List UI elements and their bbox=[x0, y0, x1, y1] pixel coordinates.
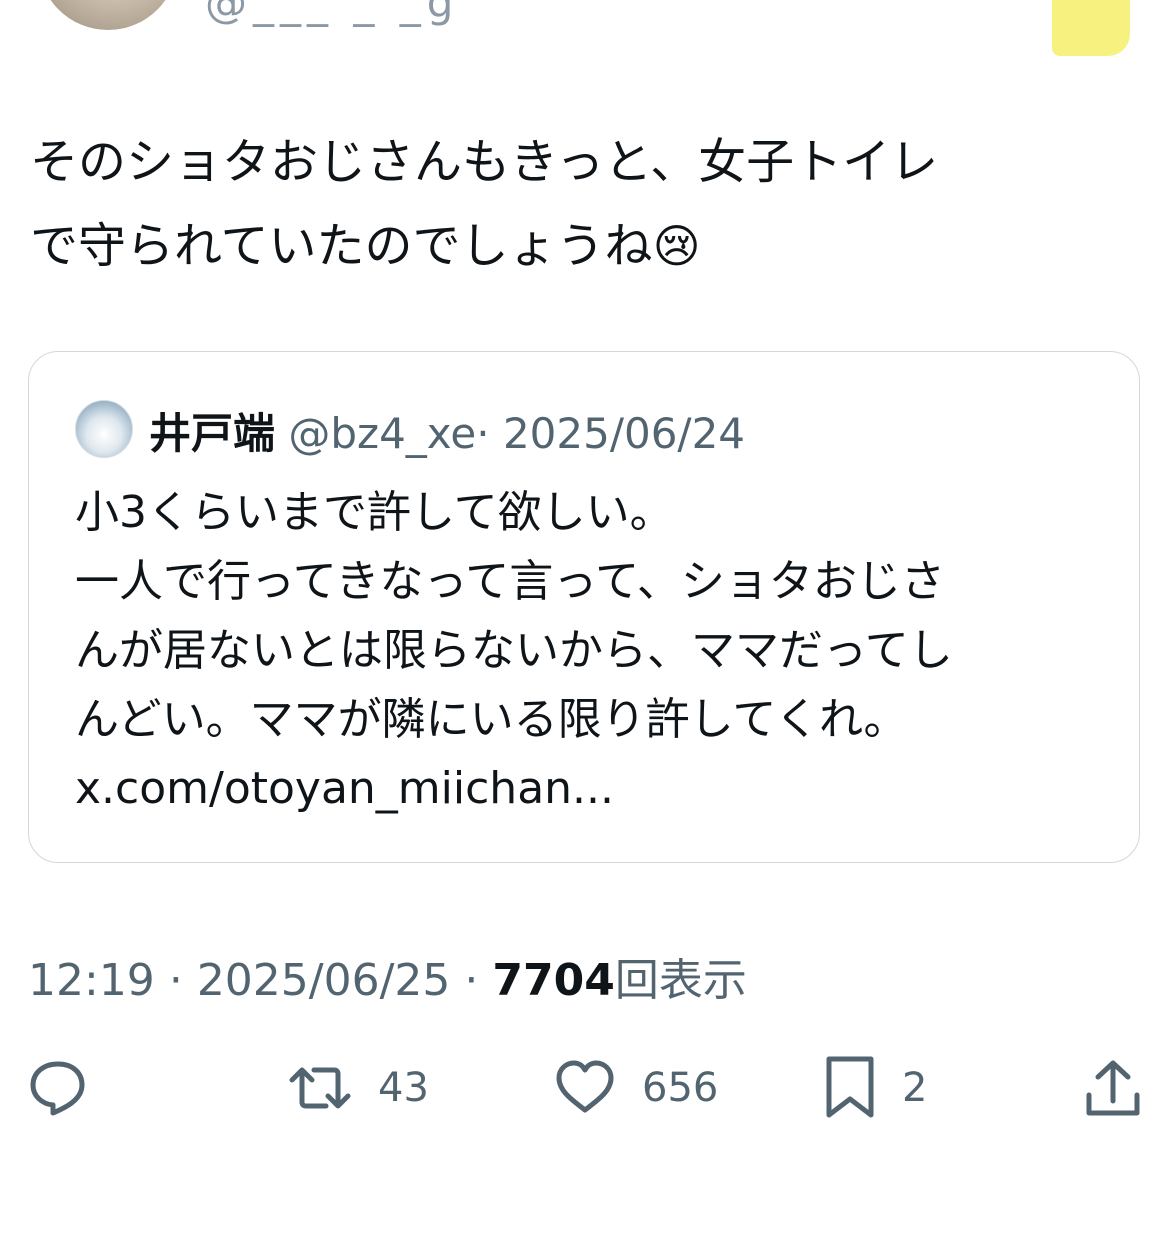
quoted-author-avatar[interactable] bbox=[75, 400, 133, 458]
like-count: 656 bbox=[642, 1065, 719, 1111]
action-bar: 43 656 2 bbox=[0, 1050, 1170, 1130]
timestamp-separator: · bbox=[464, 955, 479, 1006]
timestamp-separator: · bbox=[168, 955, 183, 1006]
author-handle[interactable]: @___ _ _g bbox=[205, 0, 459, 27]
tweet-text-line: で守られていたのでしょうね😢 bbox=[30, 204, 1130, 288]
share-button[interactable] bbox=[1084, 1050, 1142, 1126]
quoted-tweet-card[interactable]: 井戸端 @bz4_xe· 2025/06/24 小3くらいまで許して欲しい。 一… bbox=[28, 351, 1140, 863]
tweet-date[interactable]: 2025/06/25 bbox=[197, 955, 451, 1006]
speech-bubble-icon bbox=[28, 1058, 88, 1118]
quoted-date[interactable]: 2025/06/24 bbox=[503, 409, 745, 458]
bookmark-icon bbox=[824, 1055, 876, 1121]
bookmark-button[interactable]: 2 bbox=[824, 1050, 927, 1126]
bookmark-count: 2 bbox=[902, 1065, 928, 1111]
tweet-text-line: そのショタおじさんもきっと、女子トイレ bbox=[30, 134, 939, 190]
like-button[interactable]: 656 bbox=[554, 1050, 718, 1126]
author-avatar[interactable] bbox=[38, 0, 178, 30]
tweet-text-segment: で守られていたのでしょうね bbox=[30, 218, 653, 274]
tweet-text: そのショタおじさんもきっと、女子トイレ で守られていたのでしょうね😢 bbox=[30, 120, 1130, 288]
views-label: 回表示 bbox=[614, 955, 747, 1006]
views-count: 7704 bbox=[492, 955, 615, 1006]
reply-button[interactable] bbox=[28, 1050, 88, 1126]
quoted-tweet-header: 井戸端 @bz4_xe· 2025/06/24 bbox=[149, 400, 745, 461]
quoted-tweet-text: 小3くらいまで許して欲しい。 一人で行ってきなって言って、ショタおじさ んが居な… bbox=[75, 478, 1115, 823]
crying-face-emoji: 😢 bbox=[652, 219, 701, 273]
quoted-separator: · bbox=[476, 409, 490, 458]
quoted-text-line: 一人で行ってきなって言って、ショタおじさ bbox=[75, 556, 945, 607]
quoted-author-name[interactable]: 井戸端 bbox=[149, 409, 275, 458]
quoted-text-line: 小3くらいまで許して欲しい。 bbox=[75, 487, 674, 538]
retweet-button[interactable]: 43 bbox=[288, 1050, 429, 1126]
share-icon bbox=[1084, 1057, 1142, 1119]
highlight-mark bbox=[1052, 0, 1130, 56]
quoted-author-handle[interactable]: @bz4_xe bbox=[288, 409, 476, 458]
heart-icon bbox=[554, 1058, 616, 1118]
quoted-link[interactable]: x.com/otoyan_miichan... bbox=[75, 754, 1115, 823]
retweet-count: 43 bbox=[378, 1065, 429, 1111]
tweet-timestamp: 12:19 · 2025/06/25 · 7704回表示 bbox=[28, 944, 747, 1008]
tweet-time[interactable]: 12:19 bbox=[28, 955, 155, 1006]
quoted-text-line: んが居ないとは限らないから、ママだってし bbox=[75, 625, 953, 676]
retweet-icon bbox=[288, 1058, 352, 1118]
quoted-text-line: んどい。ママが隣にいる限り許してくれ。 bbox=[75, 694, 908, 745]
